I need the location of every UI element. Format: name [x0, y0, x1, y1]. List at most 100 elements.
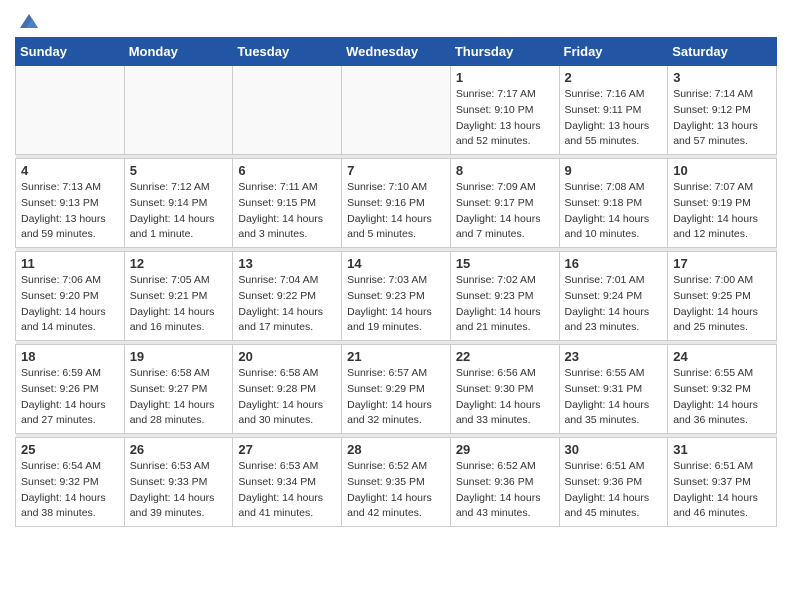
day-info: Sunrise: 7:02 AM Sunset: 9:23 PM Dayligh… — [456, 273, 554, 336]
calendar-table: SundayMondayTuesdayWednesdayThursdayFrid… — [15, 37, 777, 527]
day-number: 29 — [456, 442, 554, 457]
calendar-cell: 26 Sunrise: 6:53 AM Sunset: 9:33 PM Dayli… — [124, 438, 233, 527]
day-info: Sunrise: 6:58 AM Sunset: 9:28 PM Dayligh… — [238, 366, 336, 429]
page-header — [15, 10, 777, 31]
day-number: 16 — [565, 256, 663, 271]
calendar-cell: 31 Sunrise: 6:51 AM Sunset: 9:37 PM Dayli… — [668, 438, 777, 527]
day-info: Sunrise: 7:14 AM Sunset: 9:12 PM Dayligh… — [673, 87, 771, 150]
calendar-cell — [233, 66, 342, 155]
calendar-cell: 20 Sunrise: 6:58 AM Sunset: 9:28 PM Dayli… — [233, 345, 342, 434]
calendar-cell — [16, 66, 125, 155]
day-info: Sunrise: 6:52 AM Sunset: 9:35 PM Dayligh… — [347, 459, 445, 522]
day-info: Sunrise: 6:55 AM Sunset: 9:32 PM Dayligh… — [673, 366, 771, 429]
calendar-cell: 27Sunrise: 6:53 AM Sunset: 9:34 PM Dayli… — [233, 438, 342, 527]
calendar-cell: 4 Sunrise: 7:13 AM Sunset: 9:13 PM Daylig… — [16, 159, 125, 248]
day-info: Sunrise: 7:03 AM Sunset: 9:23 PM Dayligh… — [347, 273, 445, 336]
day-info: Sunrise: 6:58 AM Sunset: 9:27 PM Dayligh… — [130, 366, 228, 429]
day-number: 21 — [347, 349, 445, 364]
day-number: 27 — [238, 442, 336, 457]
calendar-cell: 13 Sunrise: 7:04 AM Sunset: 9:22 PM Dayli… — [233, 252, 342, 341]
calendar-cell: 7 Sunrise: 7:10 AM Sunset: 9:16 PM Daylig… — [342, 159, 451, 248]
calendar-cell: 12 Sunrise: 7:05 AM Sunset: 9:21 PM Dayli… — [124, 252, 233, 341]
weekday-header-row: SundayMondayTuesdayWednesdayThursdayFrid… — [16, 38, 777, 66]
calendar-cell: 29 Sunrise: 6:52 AM Sunset: 9:36 PM Dayli… — [450, 438, 559, 527]
day-info: Sunrise: 7:06 AM Sunset: 9:20 PM Dayligh… — [21, 273, 119, 336]
calendar-cell: 1 Sunrise: 7:17 AM Sunset: 9:10 PM Daylig… — [450, 66, 559, 155]
weekday-header-saturday: Saturday — [668, 38, 777, 66]
day-info: Sunrise: 7:17 AM Sunset: 9:10 PM Dayligh… — [456, 87, 554, 150]
calendar-cell: 14 Sunrise: 7:03 AM Sunset: 9:23 PM Dayli… — [342, 252, 451, 341]
day-info: Sunrise: 7:05 AM Sunset: 9:21 PM Dayligh… — [130, 273, 228, 336]
calendar-cell: 3Sunrise: 7:14 AM Sunset: 9:12 PM Daylig… — [668, 66, 777, 155]
day-info: Sunrise: 6:54 AM Sunset: 9:32 PM Dayligh… — [21, 459, 119, 522]
day-number: 4 — [21, 163, 119, 178]
day-info: Sunrise: 7:04 AM Sunset: 9:22 PM Dayligh… — [238, 273, 336, 336]
day-info: Sunrise: 6:53 AM Sunset: 9:33 PM Dayligh… — [130, 459, 228, 522]
day-number: 13 — [238, 256, 336, 271]
calendar-cell: 28Sunrise: 6:52 AM Sunset: 9:35 PM Dayli… — [342, 438, 451, 527]
day-info: Sunrise: 6:51 AM Sunset: 9:37 PM Dayligh… — [673, 459, 771, 522]
day-number: 25 — [21, 442, 119, 457]
calendar-cell: 19 Sunrise: 6:58 AM Sunset: 9:27 PM Dayli… — [124, 345, 233, 434]
day-number: 2 — [565, 70, 663, 85]
day-number: 22 — [456, 349, 554, 364]
day-number: 7 — [347, 163, 445, 178]
day-number: 6 — [238, 163, 336, 178]
day-number: 9 — [565, 163, 663, 178]
weekday-header-sunday: Sunday — [16, 38, 125, 66]
day-number: 17 — [673, 256, 771, 271]
day-number: 31 — [673, 442, 771, 457]
calendar-cell: 5Sunrise: 7:12 AM Sunset: 9:14 PM Daylig… — [124, 159, 233, 248]
calendar-week-1: 1 Sunrise: 7:17 AM Sunset: 9:10 PM Daylig… — [16, 66, 777, 155]
day-number: 14 — [347, 256, 445, 271]
weekday-header-thursday: Thursday — [450, 38, 559, 66]
calendar-cell: 24 Sunrise: 6:55 AM Sunset: 9:32 PM Dayli… — [668, 345, 777, 434]
calendar-cell: 22 Sunrise: 6:56 AM Sunset: 9:30 PM Dayli… — [450, 345, 559, 434]
day-number: 11 — [21, 256, 119, 271]
calendar-cell: 30Sunrise: 6:51 AM Sunset: 9:36 PM Dayli… — [559, 438, 668, 527]
day-info: Sunrise: 7:16 AM Sunset: 9:11 PM Dayligh… — [565, 87, 663, 150]
calendar-cell: 18Sunrise: 6:59 AM Sunset: 9:26 PM Dayli… — [16, 345, 125, 434]
weekday-header-wednesday: Wednesday — [342, 38, 451, 66]
day-info: Sunrise: 7:01 AM Sunset: 9:24 PM Dayligh… — [565, 273, 663, 336]
day-info: Sunrise: 6:55 AM Sunset: 9:31 PM Dayligh… — [565, 366, 663, 429]
calendar-cell: 8 Sunrise: 7:09 AM Sunset: 9:17 PM Daylig… — [450, 159, 559, 248]
day-number: 1 — [456, 70, 554, 85]
day-number: 12 — [130, 256, 228, 271]
calendar-cell: 16 Sunrise: 7:01 AM Sunset: 9:24 PM Dayli… — [559, 252, 668, 341]
day-info: Sunrise: 7:07 AM Sunset: 9:19 PM Dayligh… — [673, 180, 771, 243]
day-info: Sunrise: 7:13 AM Sunset: 9:13 PM Dayligh… — [21, 180, 119, 243]
calendar-cell: 11 Sunrise: 7:06 AM Sunset: 9:20 PM Dayli… — [16, 252, 125, 341]
calendar-week-4: 18Sunrise: 6:59 AM Sunset: 9:26 PM Dayli… — [16, 345, 777, 434]
day-info: Sunrise: 7:00 AM Sunset: 9:25 PM Dayligh… — [673, 273, 771, 336]
logo-icon — [18, 12, 40, 30]
day-info: Sunrise: 7:11 AM Sunset: 9:15 PM Dayligh… — [238, 180, 336, 243]
day-info: Sunrise: 6:52 AM Sunset: 9:36 PM Dayligh… — [456, 459, 554, 522]
day-info: Sunrise: 7:12 AM Sunset: 9:14 PM Dayligh… — [130, 180, 228, 243]
calendar-cell: 2 Sunrise: 7:16 AM Sunset: 9:11 PM Daylig… — [559, 66, 668, 155]
calendar-cell — [124, 66, 233, 155]
calendar-cell: 21Sunrise: 6:57 AM Sunset: 9:29 PM Dayli… — [342, 345, 451, 434]
weekday-header-friday: Friday — [559, 38, 668, 66]
calendar-cell — [342, 66, 451, 155]
day-number: 8 — [456, 163, 554, 178]
day-number: 20 — [238, 349, 336, 364]
calendar-cell: 9 Sunrise: 7:08 AM Sunset: 9:18 PM Daylig… — [559, 159, 668, 248]
calendar-week-3: 11 Sunrise: 7:06 AM Sunset: 9:20 PM Dayli… — [16, 252, 777, 341]
calendar-cell: 17 Sunrise: 7:00 AM Sunset: 9:25 PM Dayli… — [668, 252, 777, 341]
day-info: Sunrise: 7:08 AM Sunset: 9:18 PM Dayligh… — [565, 180, 663, 243]
day-number: 30 — [565, 442, 663, 457]
day-number: 26 — [130, 442, 228, 457]
calendar-cell: 10Sunrise: 7:07 AM Sunset: 9:19 PM Dayli… — [668, 159, 777, 248]
calendar-cell: 25 Sunrise: 6:54 AM Sunset: 9:32 PM Dayli… — [16, 438, 125, 527]
calendar-week-2: 4 Sunrise: 7:13 AM Sunset: 9:13 PM Daylig… — [16, 159, 777, 248]
day-number: 15 — [456, 256, 554, 271]
logo — [15, 10, 40, 31]
day-number: 19 — [130, 349, 228, 364]
day-info: Sunrise: 7:09 AM Sunset: 9:17 PM Dayligh… — [456, 180, 554, 243]
day-number: 24 — [673, 349, 771, 364]
weekday-header-tuesday: Tuesday — [233, 38, 342, 66]
day-info: Sunrise: 6:56 AM Sunset: 9:30 PM Dayligh… — [456, 366, 554, 429]
day-info: Sunrise: 7:10 AM Sunset: 9:16 PM Dayligh… — [347, 180, 445, 243]
calendar-cell: 15 Sunrise: 7:02 AM Sunset: 9:23 PM Dayli… — [450, 252, 559, 341]
